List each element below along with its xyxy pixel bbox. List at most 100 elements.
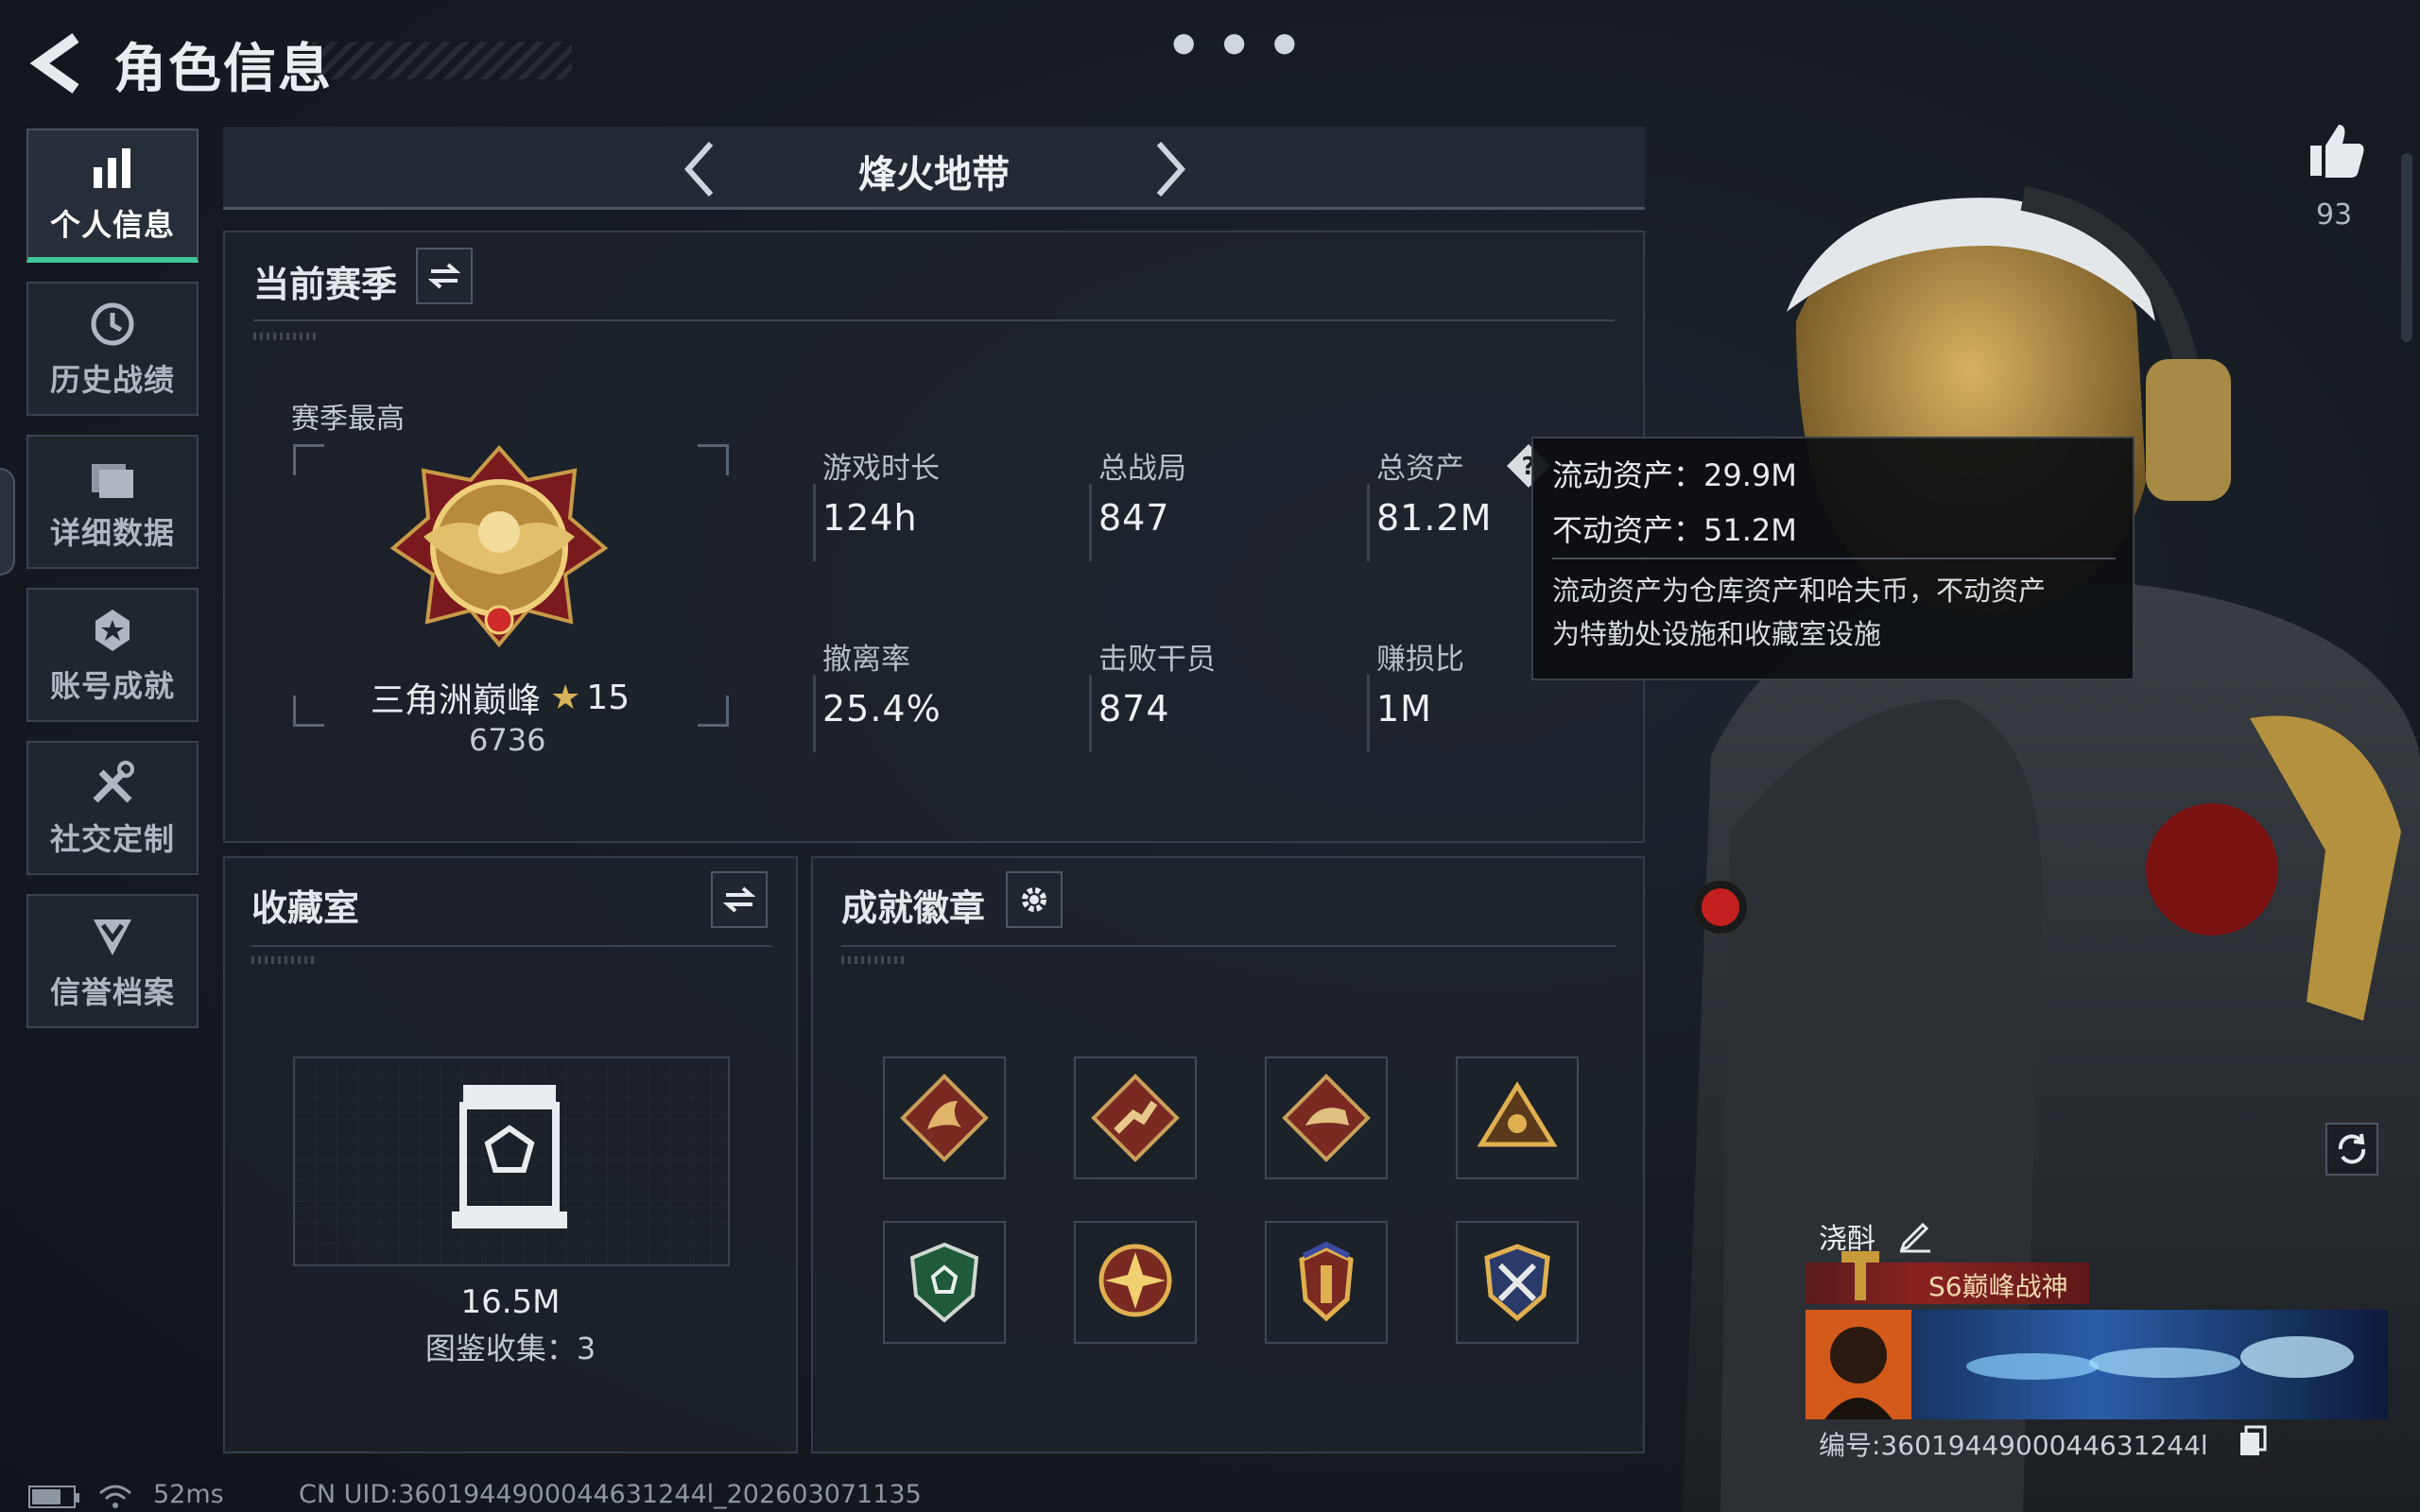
nav-label: 社交定制 <box>49 821 175 857</box>
stat-divider <box>1367 675 1370 752</box>
more-dots-icon[interactable]: ● ● ● <box>1172 26 1305 58</box>
season-title: 当前赛季 <box>253 264 398 305</box>
season-best-label: 赛季最高 <box>291 403 405 436</box>
title-decoration <box>312 42 572 79</box>
nav-achievements[interactable]: 账号成就 <box>26 588 199 722</box>
rotate-icon <box>2338 1133 2366 1164</box>
stat-value: 874 <box>1098 688 1170 730</box>
badge-green-shield[interactable] <box>883 1221 1006 1344</box>
side-drawer-handle[interactable] <box>0 468 15 576</box>
star-icon: ★ <box>550 678 581 717</box>
badge-crocodile[interactable] <box>1265 1057 1388 1179</box>
back-arrow-icon[interactable] <box>26 30 83 96</box>
edit-pencil-icon[interactable] <box>1896 1215 1934 1253</box>
dragon-badge-icon <box>900 1074 989 1162</box>
stat-label: 总战局 <box>1098 452 1186 486</box>
wifi-icon <box>99 1485 131 1508</box>
badge-winged-shield[interactable] <box>1265 1221 1388 1344</box>
thumbs-up-icon[interactable] <box>2307 121 2367 181</box>
badge-dragon[interactable] <box>883 1057 1006 1179</box>
like-count: 93 <box>2316 198 2353 232</box>
rank-emblem-icon <box>389 444 609 648</box>
tooltip-fixed-assets: 不动资产：51.2M <box>1552 512 1797 548</box>
badge-sword-shield[interactable] <box>1456 1221 1579 1344</box>
achievement-badges-panel: 成就徽章 <box>811 856 1645 1453</box>
runner-badge-icon <box>1091 1074 1180 1162</box>
nav-label: 个人信息 <box>49 207 175 243</box>
medal-star-icon <box>95 610 130 651</box>
history-clock-icon <box>91 302 134 346</box>
nav-credit-record[interactable]: 信誉档案 <box>26 894 199 1028</box>
rank-name: 三角洲巅峰 <box>371 681 542 720</box>
swap-icon <box>722 886 756 913</box>
divider <box>253 319 1615 321</box>
scrollbar-thumb[interactable] <box>2401 153 2412 342</box>
divider <box>1552 558 2116 559</box>
frame-corner <box>293 444 324 475</box>
player-uid: 编号:3601944900044631244l <box>1819 1430 2208 1461</box>
badge-triangle[interactable] <box>1456 1057 1579 1179</box>
divider <box>251 945 771 947</box>
stat-label: 击败干员 <box>1098 643 1216 677</box>
battery-icon <box>28 1486 79 1508</box>
stat-value: 847 <box>1098 497 1170 539</box>
folder-icon <box>92 464 133 498</box>
nav-label: 信誉档案 <box>49 974 175 1010</box>
next-mode-arrow-icon[interactable] <box>1146 138 1193 200</box>
stat-divider <box>1367 484 1370 561</box>
green-shield-badge-icon <box>909 1242 979 1323</box>
star-compass-badge-icon <box>1098 1244 1172 1317</box>
collection-value: 16.5M <box>460 1283 561 1321</box>
top-bar: 角色信息 ● ● ● <box>0 0 2420 123</box>
sword-shield-badge-icon <box>1484 1244 1550 1322</box>
nav-label: 详细数据 <box>49 515 175 551</box>
frame-corner <box>698 696 729 727</box>
nav-personal-info[interactable]: 个人信息 <box>26 129 199 263</box>
nav-social-custom[interactable]: 社交定制 <box>26 741 199 875</box>
collection-count: 图鉴收集：3 <box>424 1331 596 1366</box>
player-title-text: S6巅峰战神 <box>1928 1271 2068 1302</box>
collection-panel[interactable]: 收藏室 16.5M 图鉴收集：3 <box>223 856 798 1453</box>
stat-divider <box>1089 484 1092 561</box>
copy-icon[interactable] <box>2237 1423 2271 1457</box>
badge-star-compass[interactable] <box>1074 1221 1197 1344</box>
nav-history[interactable]: 历史战绩 <box>26 282 199 416</box>
frame-corner <box>698 444 729 475</box>
banner-art <box>1806 1310 2388 1419</box>
rank-score: 6736 <box>469 722 546 758</box>
stat-divider <box>813 484 816 561</box>
asset-tooltip: 流动资产：29.9M 不动资产：51.2M 流动资产为仓库资产和哈夫币，不动资产… <box>1531 437 2135 680</box>
mode-title: 烽火地带 <box>858 153 1010 197</box>
display-case-icon <box>452 1085 567 1228</box>
stat-label: 赚损比 <box>1376 643 1464 677</box>
rank-line: 三角洲巅峰 ★ 15 <box>371 673 630 722</box>
badge-runner[interactable] <box>1074 1057 1197 1179</box>
bar-chart-icon <box>94 148 130 188</box>
badges-settings-button[interactable] <box>1006 871 1063 928</box>
stat-value: 124h <box>822 497 918 539</box>
stat-divider <box>813 675 816 752</box>
page-title: 角色信息 <box>113 39 333 100</box>
tooltip-description-line1: 流动资产为仓库资产和哈夫币，不动资产 <box>1552 575 2047 607</box>
title-crest-icon <box>1841 1251 1879 1300</box>
collection-switch-button[interactable] <box>711 871 768 928</box>
nav-label: 历史战绩 <box>49 362 175 398</box>
player-banner[interactable] <box>1806 1310 2388 1419</box>
nav-detail-data[interactable]: 详细数据 <box>26 435 199 569</box>
rotate-model-button[interactable] <box>2325 1123 2378 1176</box>
divider <box>841 945 1616 947</box>
shield-chevron-icon <box>94 919 131 955</box>
stat-value: 25.4% <box>822 688 942 730</box>
decoration <box>251 956 318 964</box>
uid-line: CN UID:3601944900044631244l_202603071135 <box>299 1480 922 1509</box>
collection-title: 收藏室 <box>251 887 360 929</box>
decoration <box>841 956 908 964</box>
season-switch-button[interactable] <box>416 248 473 304</box>
nav-label: 账号成就 <box>49 668 175 704</box>
mode-selector: 烽火地带 <box>223 127 1645 210</box>
player-card: 浇酙 S6巅峰战神 编号:3601944900044631244l <box>1806 1210 2392 1465</box>
rank-stars: 15 <box>586 678 631 717</box>
tooltip-description-line2: 为特勤处设施和收藏室设施 <box>1552 618 1882 650</box>
gear-icon <box>1022 887 1046 912</box>
frame-corner <box>293 696 324 727</box>
